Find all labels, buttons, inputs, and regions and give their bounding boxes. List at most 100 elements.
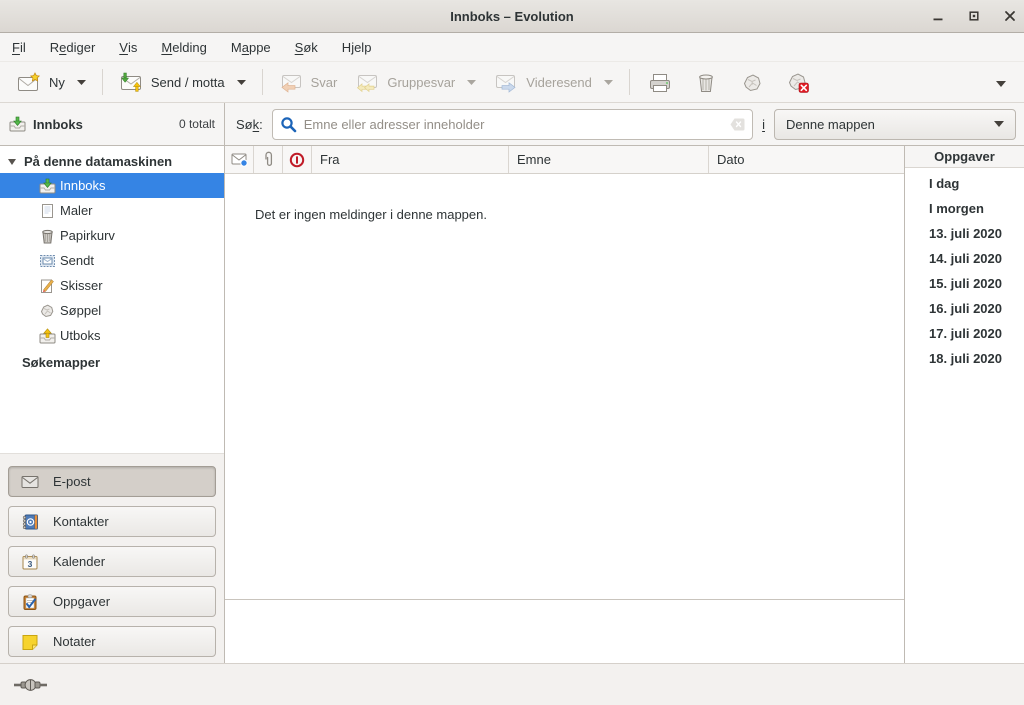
task-group[interactable]: 18. juli 2020 xyxy=(929,352,1024,366)
task-group[interactable]: 15. juli 2020 xyxy=(929,277,1024,291)
menu-hjelp[interactable]: Hjelp xyxy=(330,33,384,61)
account-label: På denne datamaskinen xyxy=(24,154,172,169)
toolbar-overflow-button[interactable] xyxy=(986,69,1016,96)
folder-tree: På denne datamaskinen Innboks xyxy=(0,146,224,453)
message-list-header: Fra Emne Dato xyxy=(225,146,904,174)
menu-fil[interactable]: Fil xyxy=(0,33,38,61)
forward-button[interactable]: Videresend xyxy=(485,67,622,98)
send-receive-button[interactable]: Send / motta xyxy=(110,67,255,98)
close-button[interactable] xyxy=(1003,10,1016,23)
task-group[interactable]: 13. juli 2020 xyxy=(929,227,1024,241)
sidebar: På denne datamaskinen Innboks xyxy=(0,146,225,663)
empty-folder-message: Det er ingen meldinger i denne mappen. xyxy=(255,207,487,222)
online-plug-icon[interactable] xyxy=(14,677,47,693)
not-junk-button[interactable] xyxy=(775,67,821,98)
column-attachment[interactable] xyxy=(254,146,283,173)
svg-text:3: 3 xyxy=(28,559,33,569)
expander-icon xyxy=(7,157,17,166)
inbox-icon xyxy=(9,116,26,132)
junk-icon xyxy=(740,72,764,93)
menu-melding[interactable]: Melding xyxy=(149,33,219,61)
column-from[interactable]: Fra xyxy=(312,146,509,173)
column-subject[interactable]: Emne xyxy=(509,146,709,173)
task-group[interactable]: 14. juli 2020 xyxy=(929,252,1024,266)
switcher-calendar-button[interactable]: 3 Kalender xyxy=(8,546,216,577)
search-scope-value: Denne mappen xyxy=(786,117,875,132)
switcher-memos-button[interactable]: Notater xyxy=(8,626,216,657)
task-pane-title: Oppgaver xyxy=(905,146,1024,168)
account-row[interactable]: På denne datamaskinen xyxy=(0,149,224,173)
search-scope-dropdown[interactable]: Denne mappen xyxy=(774,109,1016,140)
folder-utboks[interactable]: Utboks xyxy=(0,323,224,348)
send-receive-icon xyxy=(119,72,143,93)
task-group[interactable]: 16. juli 2020 xyxy=(929,302,1024,316)
menu-sok[interactable]: Søk xyxy=(283,33,330,61)
drafts-icon xyxy=(39,278,56,294)
toolbar-separator xyxy=(262,69,263,95)
search-folders-root[interactable]: Søkemapper xyxy=(0,348,224,376)
new-message-button[interactable]: Ny xyxy=(8,67,95,98)
switcher-tasks-button[interactable]: Oppgaver xyxy=(8,586,216,617)
menu-rediger[interactable]: Rediger xyxy=(38,33,108,61)
folder-label: Maler xyxy=(60,203,93,218)
delete-button[interactable] xyxy=(683,67,729,98)
column-priority[interactable] xyxy=(283,146,312,173)
reply-button[interactable]: Svar xyxy=(270,67,347,98)
switcher-mail-button[interactable]: E-post xyxy=(8,466,216,497)
tasks-icon xyxy=(21,594,39,610)
folder-innboks[interactable]: Innboks xyxy=(0,173,224,198)
toolbar: Ny Send / motta Svar xyxy=(0,62,1024,103)
sidebar-header: Innboks 0 totalt xyxy=(0,103,225,145)
search-label: Søk: xyxy=(236,117,263,132)
message-list-body[interactable]: Det er ingen meldinger i denne mappen. xyxy=(225,174,904,599)
contacts-icon xyxy=(21,514,39,530)
overflow-chevron-icon xyxy=(996,81,1006,87)
maximize-button[interactable] xyxy=(967,10,980,23)
outbox-icon xyxy=(39,328,56,344)
print-button[interactable] xyxy=(637,67,683,98)
folder-label: Innboks xyxy=(60,178,106,193)
forward-label: Videresend xyxy=(526,75,592,90)
chevron-down-icon xyxy=(237,80,246,85)
search-icon xyxy=(280,116,297,133)
folder-papirkurv[interactable]: Papirkurv xyxy=(0,223,224,248)
trash-folder-icon xyxy=(39,228,56,244)
chevron-down-icon xyxy=(467,80,476,85)
main-area: På denne datamaskinen Innboks xyxy=(0,146,1024,663)
switcher-contacts-button[interactable]: Kontakter xyxy=(8,506,216,537)
task-group[interactable]: I dag xyxy=(929,177,1024,191)
folder-soppel[interactable]: Søppel xyxy=(0,298,224,323)
chevron-down-icon xyxy=(604,80,613,85)
dropdown-arrow-icon xyxy=(994,121,1004,127)
not-junk-icon xyxy=(786,72,810,93)
toolbar-separator xyxy=(629,69,630,95)
group-reply-label: Gruppesvar xyxy=(387,75,455,90)
window-controls xyxy=(931,0,1016,32)
folder-maler[interactable]: Maler xyxy=(0,198,224,223)
titlebar: Innboks – Evolution xyxy=(0,0,1024,33)
menu-mappe[interactable]: Mappe xyxy=(219,33,283,61)
templates-icon xyxy=(39,203,56,219)
task-group-list: I dag I morgen 13. juli 2020 14. juli 20… xyxy=(905,168,1024,366)
group-reply-button[interactable]: Gruppesvar xyxy=(346,67,485,98)
folder-skisser[interactable]: Skisser xyxy=(0,273,224,298)
column-date[interactable]: Dato xyxy=(709,146,904,173)
preview-pane[interactable] xyxy=(225,599,904,663)
task-group[interactable]: I morgen xyxy=(929,202,1024,216)
task-group[interactable]: 17. juli 2020 xyxy=(929,327,1024,341)
search-input[interactable] xyxy=(272,109,753,140)
new-mail-icon xyxy=(17,72,41,93)
folder-sendt[interactable]: Sendt xyxy=(0,248,224,273)
minimize-icon xyxy=(932,10,944,22)
notes-icon xyxy=(21,634,39,650)
menu-vis[interactable]: Vis xyxy=(107,33,149,61)
column-status[interactable] xyxy=(225,146,254,173)
clear-icon[interactable] xyxy=(730,118,745,131)
folder-label: Papirkurv xyxy=(60,228,115,243)
menubar: Fil Rediger Vis Melding Mappe Søk Hjelp xyxy=(0,33,1024,62)
minimize-button[interactable] xyxy=(931,10,944,23)
junk-folder-icon xyxy=(39,303,56,319)
close-icon xyxy=(1004,10,1016,22)
view-switcher: E-post Kontakter xyxy=(0,453,224,663)
junk-button[interactable] xyxy=(729,67,775,98)
